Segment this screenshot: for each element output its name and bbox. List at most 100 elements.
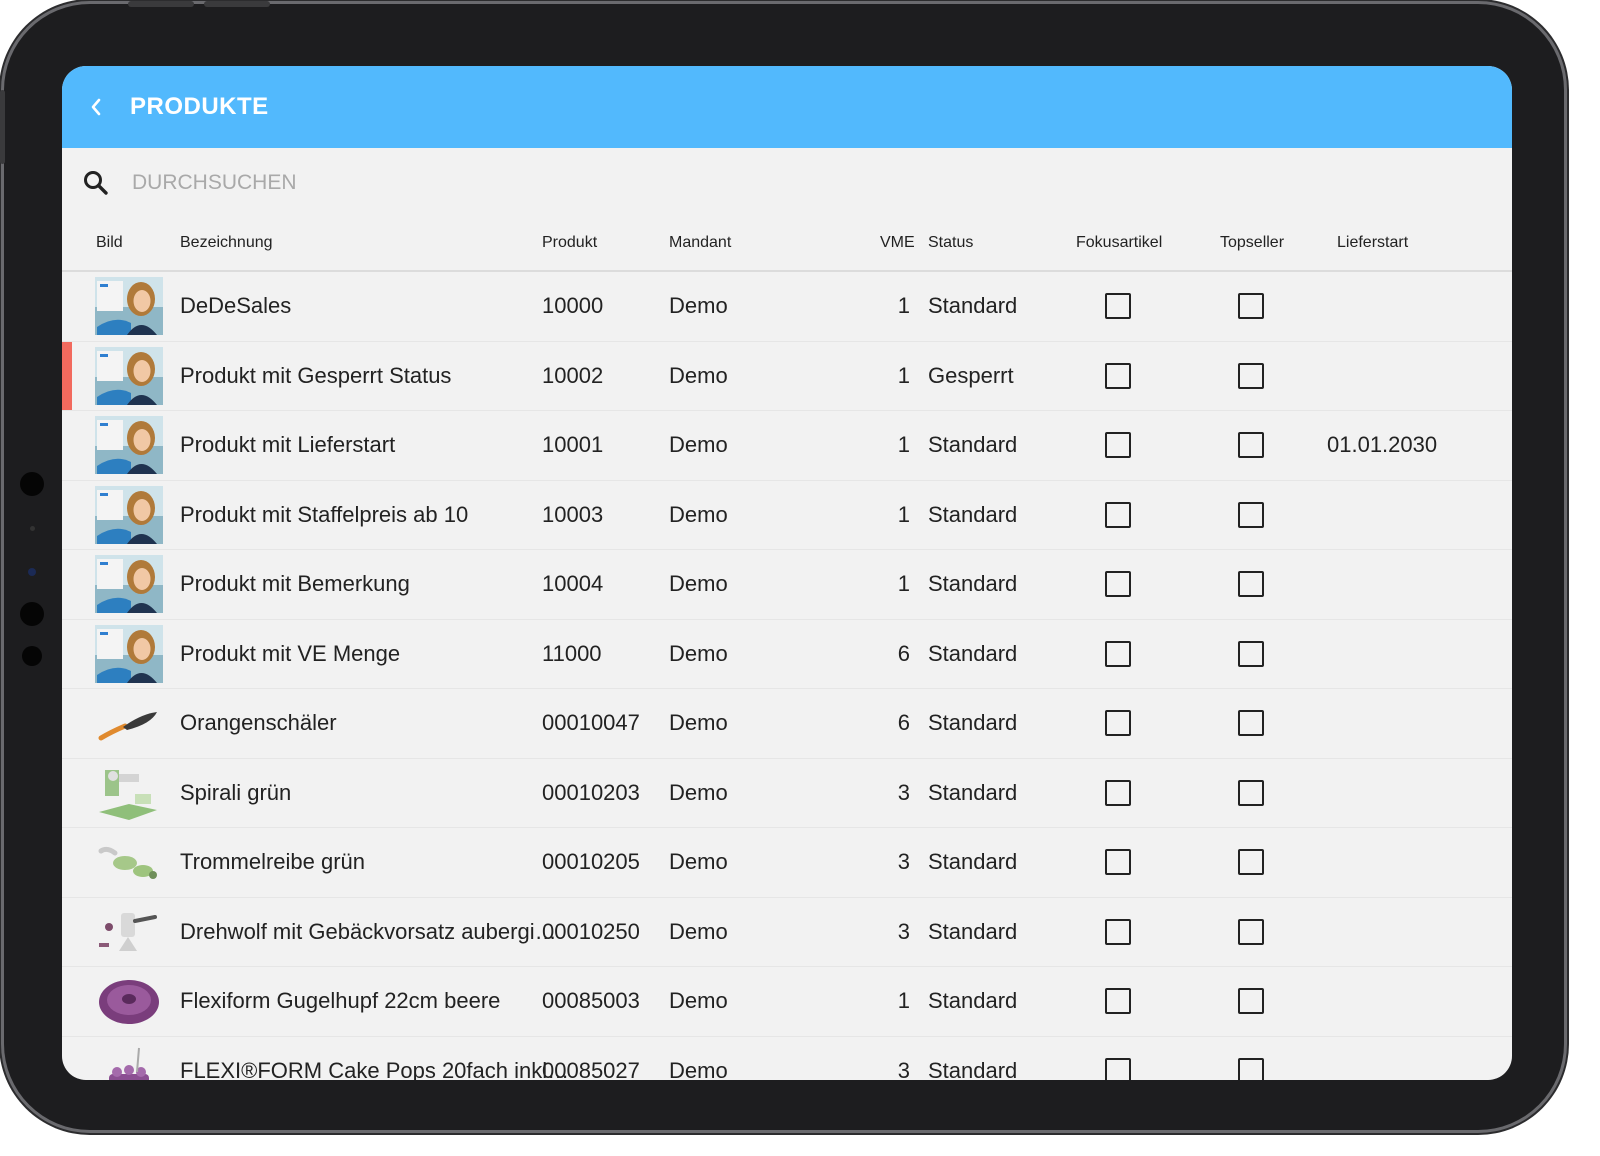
table-row[interactable]: Produkt mit VE Menge 11000 Demo 6 Standard	[62, 620, 1512, 689]
vme: 1	[897, 432, 910, 458]
product-image	[95, 485, 163, 544]
topseller-checkbox[interactable]	[1238, 710, 1264, 737]
mandant: Demo	[669, 640, 728, 666]
product-table-body: DeDeSales 10000 Demo 1 Standard Produkt mit G…	[62, 272, 1512, 1080]
topseller-checkbox[interactable]	[1238, 501, 1264, 528]
product-image	[95, 833, 163, 891]
column-header-bild[interactable]: Bild	[96, 234, 123, 252]
table-row[interactable]: FLEXI®FORM Cake Pops 20fach inkl… 0008502…	[62, 1037, 1512, 1080]
table-row[interactable]: Orangenschäler 00010047 Demo 6 Standard	[62, 689, 1512, 759]
vme: 1	[897, 362, 910, 388]
fokusartikel-checkbox[interactable]	[1105, 432, 1131, 459]
search-bar	[62, 148, 1512, 218]
table-row[interactable]: Spirali grün 00010203 Demo 3 Standard	[62, 759, 1512, 828]
product-name: Spirali grün	[180, 779, 292, 805]
table-row[interactable]: Produkt mit Bemerkung 10004 Demo 1 Standard	[62, 550, 1512, 620]
fokusartikel-checkbox[interactable]	[1105, 849, 1131, 876]
chevron-left-icon	[91, 98, 101, 116]
product-image	[95, 277, 163, 336]
mandant: Demo	[669, 293, 728, 319]
status: Standard	[928, 918, 1018, 944]
search-input[interactable]	[130, 170, 734, 196]
topseller-checkbox[interactable]	[1238, 1057, 1264, 1080]
product-name: Flexiform Gugelhupf 22cm beere	[180, 988, 501, 1014]
topseller-checkbox[interactable]	[1238, 362, 1264, 389]
topseller-checkbox[interactable]	[1238, 571, 1264, 598]
column-header-produkt[interactable]: Produkt	[542, 234, 597, 252]
mandant: Demo	[669, 1057, 728, 1080]
fokusartikel-checkbox[interactable]	[1105, 640, 1131, 667]
fokusartikel-checkbox[interactable]	[1105, 293, 1131, 320]
product-name: FLEXI®FORM Cake Pops 20fach inkl…	[180, 1057, 570, 1080]
vme: 6	[897, 710, 910, 736]
back-button[interactable]	[62, 66, 130, 148]
fokusartikel-checkbox[interactable]	[1105, 779, 1131, 806]
topseller-checkbox[interactable]	[1238, 640, 1264, 667]
product-number: 00010047	[542, 710, 640, 736]
mandant: Demo	[669, 571, 728, 597]
column-header-vme[interactable]: VME	[880, 234, 915, 252]
vme: 1	[897, 571, 910, 597]
column-header-lieferstart[interactable]: Lieferstart	[1337, 234, 1408, 252]
mandant: Demo	[669, 988, 728, 1014]
status: Standard	[928, 1057, 1018, 1080]
fokusartikel-checkbox[interactable]	[1105, 918, 1131, 945]
product-number: 00085027	[542, 1057, 640, 1080]
camera-sensor	[20, 472, 44, 496]
fokusartikel-checkbox[interactable]	[1105, 362, 1131, 389]
table-header: Bild Bezeichnung Produkt Mandant VME Sta…	[62, 218, 1512, 272]
product-image	[95, 972, 163, 1030]
product-name: Produkt mit Staffelpreis ab 10	[180, 501, 469, 527]
product-number: 10000	[542, 293, 604, 319]
fokusartikel-checkbox[interactable]	[1105, 501, 1131, 528]
camera-lens	[28, 568, 36, 576]
table-row[interactable]: Produkt mit Lieferstart 10001 Demo 1 Standar…	[62, 411, 1512, 481]
table-row[interactable]: Produkt mit Staffelpreis ab 10 10003 Demo 1…	[62, 481, 1512, 550]
camera-sensor	[20, 602, 44, 626]
product-number: 10003	[542, 501, 604, 527]
vme: 1	[897, 501, 910, 527]
fokusartikel-checkbox[interactable]	[1105, 988, 1131, 1015]
column-header-status[interactable]: Status	[928, 234, 973, 252]
product-name: DeDeSales	[180, 293, 292, 319]
product-image	[95, 764, 163, 822]
status: Standard	[928, 501, 1018, 527]
column-header-bezeichnung[interactable]: Bezeichnung	[180, 234, 273, 252]
mandant: Demo	[669, 710, 728, 736]
product-name: Trommelreibe grün	[180, 849, 366, 875]
table-row[interactable]: Trommelreibe grün 00010205 Demo 3 Standard	[62, 828, 1512, 898]
product-image	[95, 694, 163, 752]
mandant: Demo	[669, 432, 728, 458]
fokusartikel-checkbox[interactable]	[1105, 710, 1131, 737]
app-bar: PRODUKTE	[62, 66, 1512, 148]
product-image	[95, 903, 163, 961]
topseller-checkbox[interactable]	[1238, 849, 1264, 876]
table-row[interactable]: DeDeSales 10000 Demo 1 Standard	[62, 272, 1512, 342]
product-name: Produkt mit VE Menge	[180, 640, 401, 666]
fokusartikel-checkbox[interactable]	[1105, 1057, 1131, 1080]
table-row[interactable]: Flexiform Gugelhupf 22cm beere 00085003 De…	[62, 967, 1512, 1037]
topseller-checkbox[interactable]	[1238, 293, 1264, 320]
product-number: 00010205	[542, 849, 640, 875]
product-name: Drehwolf mit Gebäckvorsatz aubergi…	[180, 918, 557, 944]
column-header-fokusartikel[interactable]: Fokusartikel	[1076, 234, 1162, 252]
topseller-checkbox[interactable]	[1238, 988, 1264, 1015]
page-title: PRODUKTE	[130, 93, 269, 120]
product-number: 10002	[542, 362, 604, 388]
search-icon[interactable]	[62, 148, 130, 218]
lieferstart: 01.01.2030	[1327, 432, 1438, 458]
topseller-checkbox[interactable]	[1238, 918, 1264, 945]
product-image	[95, 1042, 163, 1080]
status: Standard	[928, 779, 1018, 805]
status: Standard	[928, 432, 1018, 458]
product-number: 10001	[542, 432, 604, 458]
column-header-topseller[interactable]: Topseller	[1220, 234, 1284, 252]
product-image	[95, 346, 163, 405]
topseller-checkbox[interactable]	[1238, 779, 1264, 806]
vme: 3	[897, 849, 910, 875]
table-row[interactable]: Drehwolf mit Gebäckvorsatz aubergi… 00010…	[62, 898, 1512, 967]
topseller-checkbox[interactable]	[1238, 432, 1264, 459]
fokusartikel-checkbox[interactable]	[1105, 571, 1131, 598]
table-row[interactable]: Produkt mit Gesperrt Status 10002 Demo 1 Ges…	[62, 341, 1512, 411]
column-header-mandant[interactable]: Mandant	[669, 234, 731, 252]
